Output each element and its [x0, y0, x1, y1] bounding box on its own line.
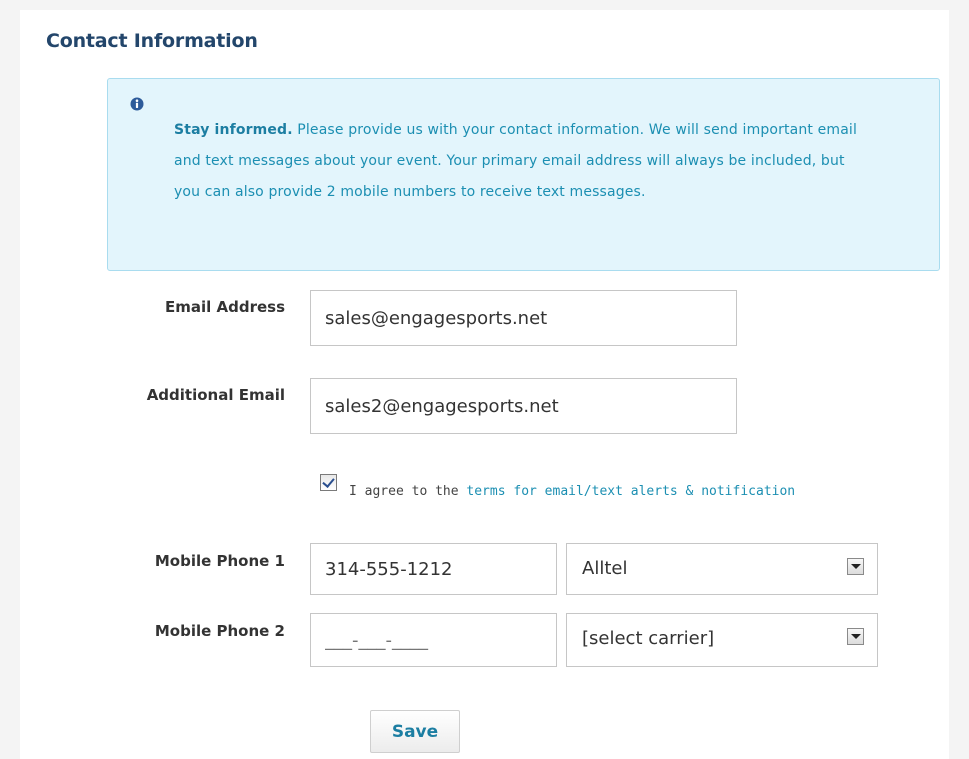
chevron-down-icon [847, 628, 864, 645]
additional-email-input[interactable] [310, 378, 737, 434]
terms-link[interactable]: terms for email/text alerts & notificati… [466, 484, 795, 499]
info-circle-icon [130, 97, 144, 111]
section-title: Contact Information [46, 30, 258, 52]
info-box: Stay informed. Please provide us with yo… [107, 78, 940, 271]
carrier-2-select[interactable]: [select carrier] [566, 613, 878, 667]
info-bold-text: Stay informed. [174, 122, 293, 138]
additional-email-label: Additional Email [146, 386, 285, 404]
agree-text: I agree to the terms for email/text aler… [349, 484, 795, 499]
carrier-1-value: Alltel [582, 558, 628, 579]
contact-panel: Contact Information Stay informed. Pleas… [20, 10, 949, 759]
agree-prefix: I agree to the [349, 484, 467, 499]
mobile-phone-2-input[interactable] [310, 613, 557, 667]
carrier-1-select[interactable]: Alltel [566, 543, 878, 595]
save-button[interactable]: Save [370, 710, 460, 753]
carrier-2-value: [select carrier] [582, 628, 715, 649]
email-input[interactable] [310, 290, 737, 346]
mobile-phone-2-label: Mobile Phone 2 [154, 622, 285, 640]
mobile-phone-1-input[interactable] [310, 543, 557, 595]
mobile-phone-1-label: Mobile Phone 1 [154, 552, 285, 570]
agree-checkbox[interactable] [320, 474, 337, 491]
email-label: Email Address [164, 298, 285, 316]
chevron-down-icon [847, 558, 864, 575]
info-text: Stay informed. Please provide us with yo… [174, 115, 874, 208]
